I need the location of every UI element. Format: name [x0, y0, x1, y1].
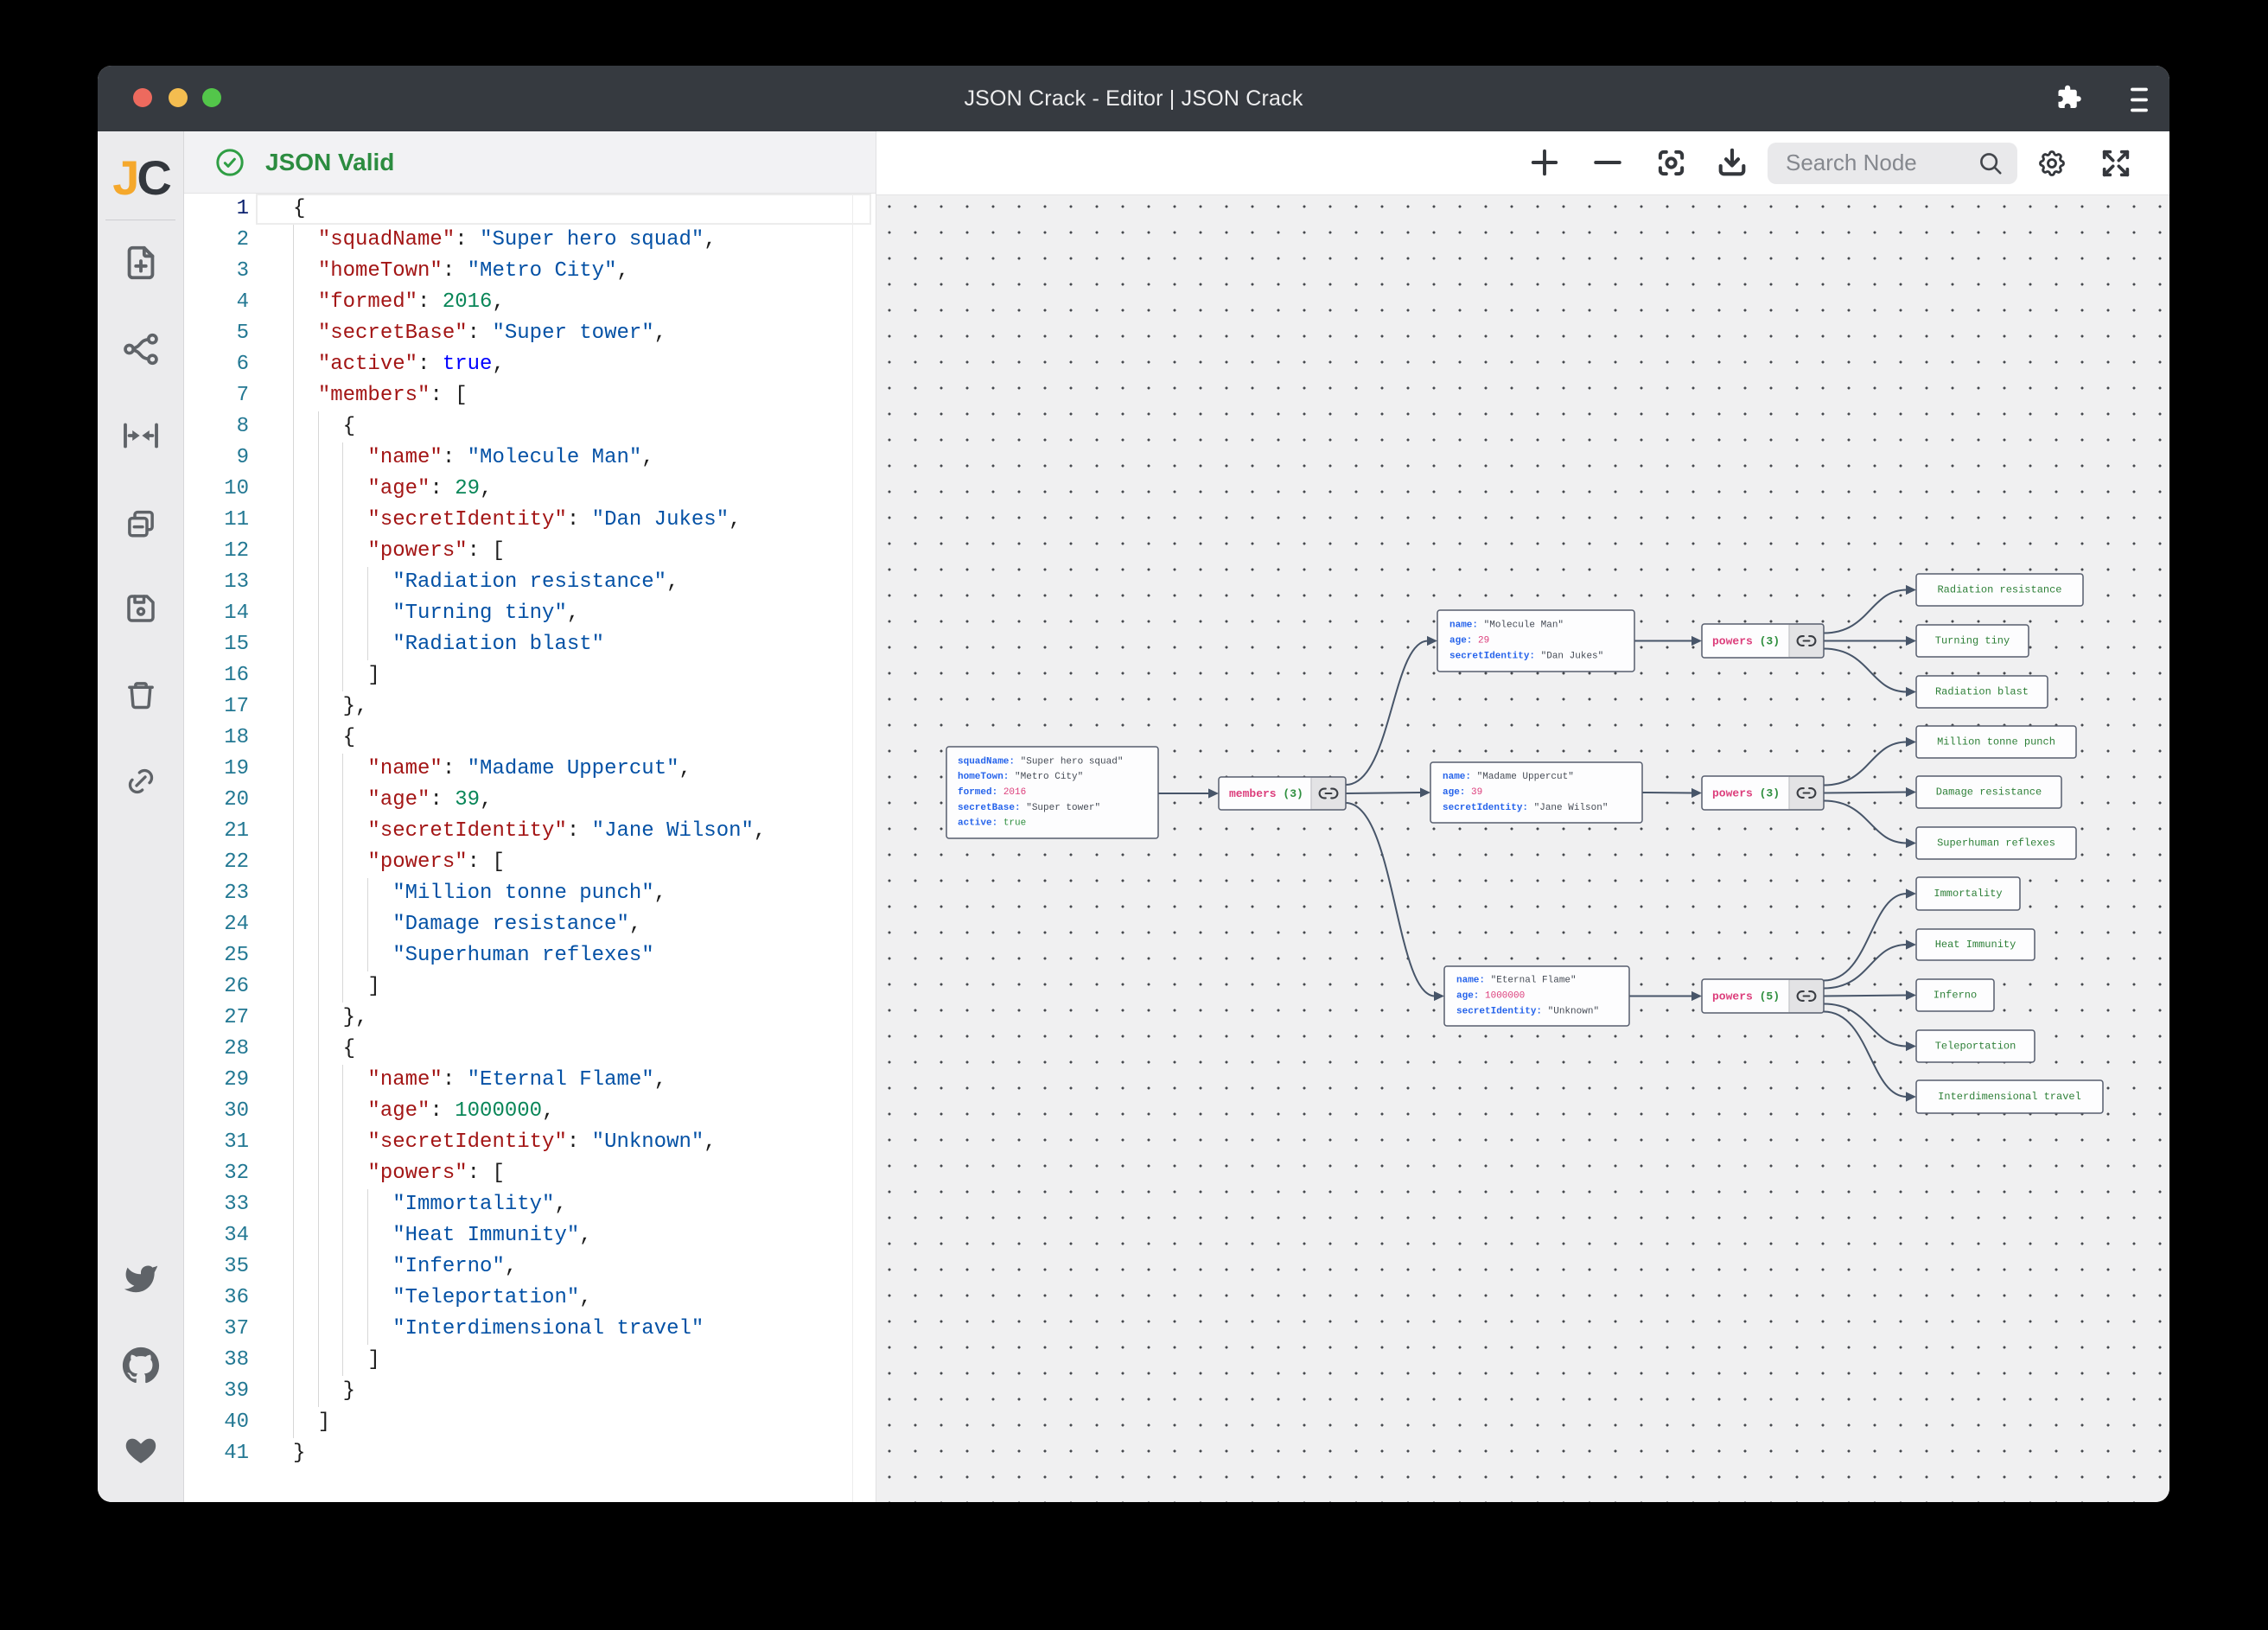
svg-text:Interdimensional travel: Interdimensional travel — [1938, 1091, 2081, 1103]
svg-text:formed: 2016: formed: 2016 — [958, 787, 1026, 798]
svg-text:Superhuman reflexes: Superhuman reflexes — [1937, 837, 2055, 850]
svg-text:Radiation resistance: Radiation resistance — [1937, 584, 2061, 596]
svg-text:powers (5): powers (5) — [1712, 990, 1780, 1003]
svg-text:powers (3): powers (3) — [1712, 634, 1780, 647]
svg-text:Heat Immunity: Heat Immunity — [1935, 939, 2016, 951]
svg-text:Radiation blast: Radiation blast — [1935, 686, 2029, 698]
svg-text:name: "Eternal Flame": name: "Eternal Flame" — [1456, 976, 1577, 986]
svg-text:Teleportation: Teleportation — [1935, 1041, 2016, 1053]
svg-text:active: true: active: true — [958, 818, 1026, 829]
svg-text:name: "Molecule Man": name: "Molecule Man" — [1449, 621, 1564, 631]
svg-text:secretIdentity: "Unknown": secretIdentity: "Unknown" — [1456, 1006, 1599, 1016]
svg-text:secretIdentity: "Jane Wilson": secretIdentity: "Jane Wilson" — [1443, 803, 1608, 813]
svg-text:age: 29: age: 29 — [1449, 636, 1489, 646]
svg-text:powers (3): powers (3) — [1712, 786, 1780, 799]
svg-text:age: 39: age: 39 — [1443, 787, 1482, 798]
svg-text:Immortality: Immortality — [1934, 888, 2002, 900]
svg-text:age: 1000000: age: 1000000 — [1456, 991, 1525, 1002]
svg-text:Million tonne punch: Million tonne punch — [1937, 736, 2055, 748]
svg-text:Turning tiny: Turning tiny — [1935, 635, 2010, 647]
svg-text:homeTown: "Metro City": homeTown: "Metro City" — [958, 772, 1083, 782]
svg-text:secretBase: "Super tower": secretBase: "Super tower" — [958, 803, 1100, 813]
svg-text:members (3): members (3) — [1229, 787, 1303, 800]
svg-text:Inferno: Inferno — [1934, 990, 1977, 1002]
svg-text:name: "Madame Uppercut": name: "Madame Uppercut" — [1443, 772, 1574, 782]
svg-text:Damage resistance: Damage resistance — [1936, 786, 2042, 799]
svg-text:secretIdentity: "Dan Jukes": secretIdentity: "Dan Jukes" — [1449, 651, 1603, 661]
svg-text:squadName: "Super hero squad": squadName: "Super hero squad" — [958, 756, 1123, 767]
